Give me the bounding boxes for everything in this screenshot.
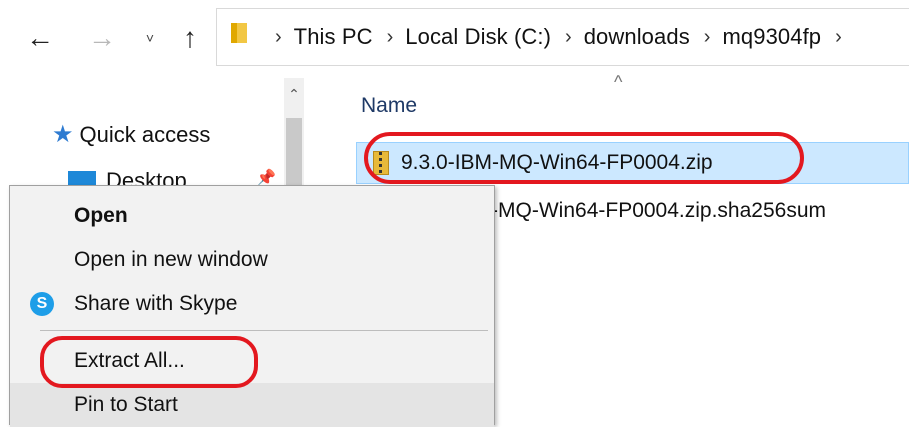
menu-separator [40,330,488,331]
menu-item-label: Open in new window [74,248,268,271]
sidebar-item-label: Quick access [79,121,211,147]
context-menu: Open Open in new window S Share with Sky… [9,185,495,427]
recent-locations-chevron-icon[interactable]: ˅ [138,20,162,56]
highlight-annotation-file [364,132,804,184]
breadcrumb-mq9304fp[interactable]: mq9304fp [722,24,821,50]
breadcrumb-this-pc[interactable]: This PC [294,24,373,50]
menu-item-open-in-new-window[interactable]: Open in new window [10,238,494,282]
scroll-up-icon[interactable]: ⌃ [284,86,304,103]
breadcrumb-separator[interactable]: › [565,26,572,49]
navigation-bar: ← → ˅ ↑ › This PC › Local Disk (C:) › do… [0,0,909,78]
breadcrumb-local-disk[interactable]: Local Disk (C:) [405,24,551,50]
breadcrumb-separator: › [275,25,282,48]
address-bar[interactable]: › This PC › Local Disk (C:) › downloads … [216,8,909,66]
forward-arrow-icon[interactable]: → [84,20,120,56]
column-header-name[interactable]: Name [361,94,417,118]
menu-item-label: Open [74,204,128,227]
back-arrow-icon[interactable]: ← [22,20,58,56]
menu-item-label: Pin to Start [74,393,178,416]
breadcrumb-downloads[interactable]: downloads [584,24,690,50]
folder-icon [231,23,247,43]
up-arrow-icon[interactable]: ↑ [172,20,208,56]
menu-item-open[interactable]: Open [10,194,494,238]
highlight-annotation-extract-all [40,336,258,388]
star-icon: ★ [52,121,74,148]
sidebar-item-quick-access[interactable]: ★ Quick access [52,120,210,149]
sort-ascending-icon: ^ [614,72,623,92]
menu-item-pin-to-start[interactable]: Pin to Start [10,383,494,427]
breadcrumb-separator[interactable]: › [387,26,394,49]
breadcrumb-separator[interactable]: › [835,26,842,49]
menu-item-label: Share with Skype [74,292,238,315]
menu-item-share-with-skype[interactable]: S Share with Skype [10,282,494,326]
skype-icon: S [30,292,54,316]
breadcrumb-separator[interactable]: › [704,26,711,49]
